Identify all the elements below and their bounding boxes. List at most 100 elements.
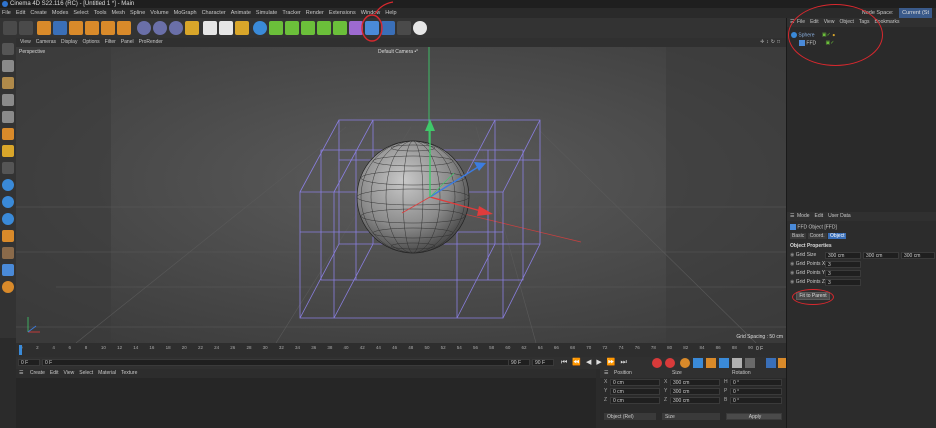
menu-file[interactable]: File [2, 10, 11, 16]
menu-modes[interactable]: Modes [52, 10, 69, 16]
menu-create[interactable]: Create [30, 10, 47, 16]
record-icon[interactable] [652, 358, 662, 368]
live-selection-icon[interactable] [37, 21, 51, 35]
add-tool-icon[interactable] [117, 21, 131, 35]
playhead-marker[interactable] [19, 345, 22, 355]
render-picture-viewer-icon[interactable] [219, 21, 233, 35]
light-icon[interactable] [413, 21, 427, 35]
size-mode-select[interactable]: Size [662, 413, 720, 420]
viewport-menu-cameras[interactable]: Cameras [36, 39, 56, 45]
character-icon[interactable] [333, 21, 347, 35]
material-menu-view[interactable]: View [64, 370, 75, 376]
edges-mode-icon[interactable] [2, 111, 14, 123]
cloner-icon[interactable] [301, 21, 315, 35]
grid-size-y-field[interactable]: 300 cm [863, 252, 899, 259]
texture-mode-icon[interactable] [2, 77, 14, 89]
key-pla-icon[interactable] [745, 358, 755, 368]
menu-mograph[interactable]: MoGraph [174, 10, 197, 16]
position-field[interactable]: 0 cm [610, 397, 660, 404]
mograph-icon[interactable] [317, 21, 331, 35]
sphere-object[interactable] [356, 140, 470, 254]
scale-tool-icon[interactable] [69, 21, 83, 35]
key-scale-icon[interactable] [706, 358, 716, 368]
solo-icon[interactable] [2, 230, 14, 242]
ffd-mode-icon[interactable] [2, 264, 14, 276]
material-menu-create[interactable]: Create [30, 370, 45, 376]
material-menu-texture[interactable]: Texture [121, 370, 137, 376]
undo-icon[interactable] [3, 21, 17, 35]
material-menu-icon[interactable]: ☰ [19, 370, 23, 376]
viewport-menu-filter[interactable]: Filter [105, 39, 116, 45]
coordinates-menu-icon[interactable]: ☰ [604, 370, 608, 376]
prev-key-icon[interactable]: ⏪ [572, 359, 586, 366]
workplane-icon[interactable] [2, 196, 14, 208]
grid-points-x-keyframe-icon[interactable]: ◉ [790, 261, 794, 267]
menu-character[interactable]: Character [202, 10, 226, 16]
grid-size-z-field[interactable]: 300 cm [901, 252, 935, 259]
position-field[interactable]: 0 cm [610, 379, 660, 386]
material-manager-area[interactable] [16, 378, 596, 428]
key-rotation-icon[interactable] [719, 358, 729, 368]
viewport-menu-panel[interactable]: Panel [121, 39, 134, 45]
attribute-menu-edit[interactable]: Edit [815, 213, 824, 219]
menu-tracker[interactable]: Tracker [282, 10, 300, 16]
node-space-select[interactable]: Current (St [899, 8, 932, 18]
apply-button[interactable]: Apply [726, 413, 782, 420]
x-axis-lock-icon[interactable] [137, 21, 151, 35]
size-field[interactable]: 300 cm [670, 379, 720, 386]
go-to-end-icon[interactable]: ⏭ [621, 359, 632, 366]
grid-size-keyframe-icon[interactable]: ◉ [790, 252, 794, 258]
menu-simulate[interactable]: Simulate [256, 10, 277, 16]
size-field[interactable]: 300 cm [670, 388, 720, 395]
key-position-icon[interactable] [693, 358, 703, 368]
viewport-menu-options[interactable]: Options [82, 39, 99, 45]
menu-volume[interactable]: Volume [150, 10, 168, 16]
keyframe-selection-icon[interactable] [680, 358, 690, 368]
start-frame-field[interactable]: 0 F [18, 359, 40, 366]
points-mode-icon[interactable] [2, 94, 14, 106]
menu-extensions[interactable]: Extensions [329, 10, 356, 16]
redo-icon[interactable] [19, 21, 33, 35]
autokey-icon[interactable] [665, 358, 675, 368]
rotate-tool-icon[interactable] [85, 21, 99, 35]
material-menu-material[interactable]: Material [98, 370, 116, 376]
tab-coord[interactable]: Coord. [807, 233, 827, 239]
uv-mode-icon[interactable] [2, 145, 14, 157]
grid-size-x-field[interactable]: 300 cm [825, 252, 861, 259]
y-axis-lock-icon[interactable] [153, 21, 167, 35]
key-parameter-icon[interactable] [732, 358, 742, 368]
viewport-menu-display[interactable]: Display [61, 39, 77, 45]
grid-points-y-keyframe-icon[interactable]: ◉ [790, 270, 794, 276]
model-mode-icon[interactable] [2, 60, 14, 72]
attribute-menu-icon[interactable]: ☰ [790, 212, 794, 221]
axis-mode-icon[interactable] [2, 162, 14, 174]
position-field[interactable]: 0 cm [610, 388, 660, 395]
render-view-icon[interactable] [203, 21, 217, 35]
perspective-viewport[interactable]: Perspective Default Camera •° Grid Spaci… [16, 47, 786, 343]
menu-spline[interactable]: Spline [130, 10, 145, 16]
coordinate-system-icon[interactable] [185, 21, 199, 35]
rotation-field[interactable]: 0 ° [730, 388, 782, 395]
tab-basic[interactable]: Basic [790, 233, 807, 239]
rotation-field[interactable]: 0 ° [730, 397, 782, 404]
pen-spline-icon[interactable] [269, 21, 283, 35]
timeline-window-icon[interactable] [766, 358, 776, 368]
cube-primitive-icon[interactable] [253, 21, 267, 35]
material-menu-edit[interactable]: Edit [50, 370, 59, 376]
menu-edit[interactable]: Edit [16, 10, 25, 16]
menu-mesh[interactable]: Mesh [112, 10, 125, 16]
grid-points-z-keyframe-icon[interactable]: ◉ [790, 279, 794, 285]
tweak-mode-icon[interactable] [2, 281, 14, 293]
max-frame-field[interactable]: 90 F [508, 359, 530, 366]
attribute-menu-user-data[interactable]: User Data [828, 213, 851, 219]
snap-icon[interactable] [2, 179, 14, 191]
menu-animate[interactable]: Animate [231, 10, 251, 16]
grid-points-y-field[interactable]: 3 [825, 270, 861, 277]
go-to-start-icon[interactable]: ⏮ [561, 359, 572, 366]
timeline-ruler[interactable]: 0246810121416182022242628303234363840424… [16, 343, 786, 357]
subdivision-icon[interactable] [285, 21, 299, 35]
viewport-toggle-icon[interactable]: □ [777, 39, 782, 45]
polygons-mode-icon[interactable] [2, 128, 14, 140]
make-editable-icon[interactable] [2, 43, 14, 55]
menu-render[interactable]: Render [306, 10, 324, 16]
